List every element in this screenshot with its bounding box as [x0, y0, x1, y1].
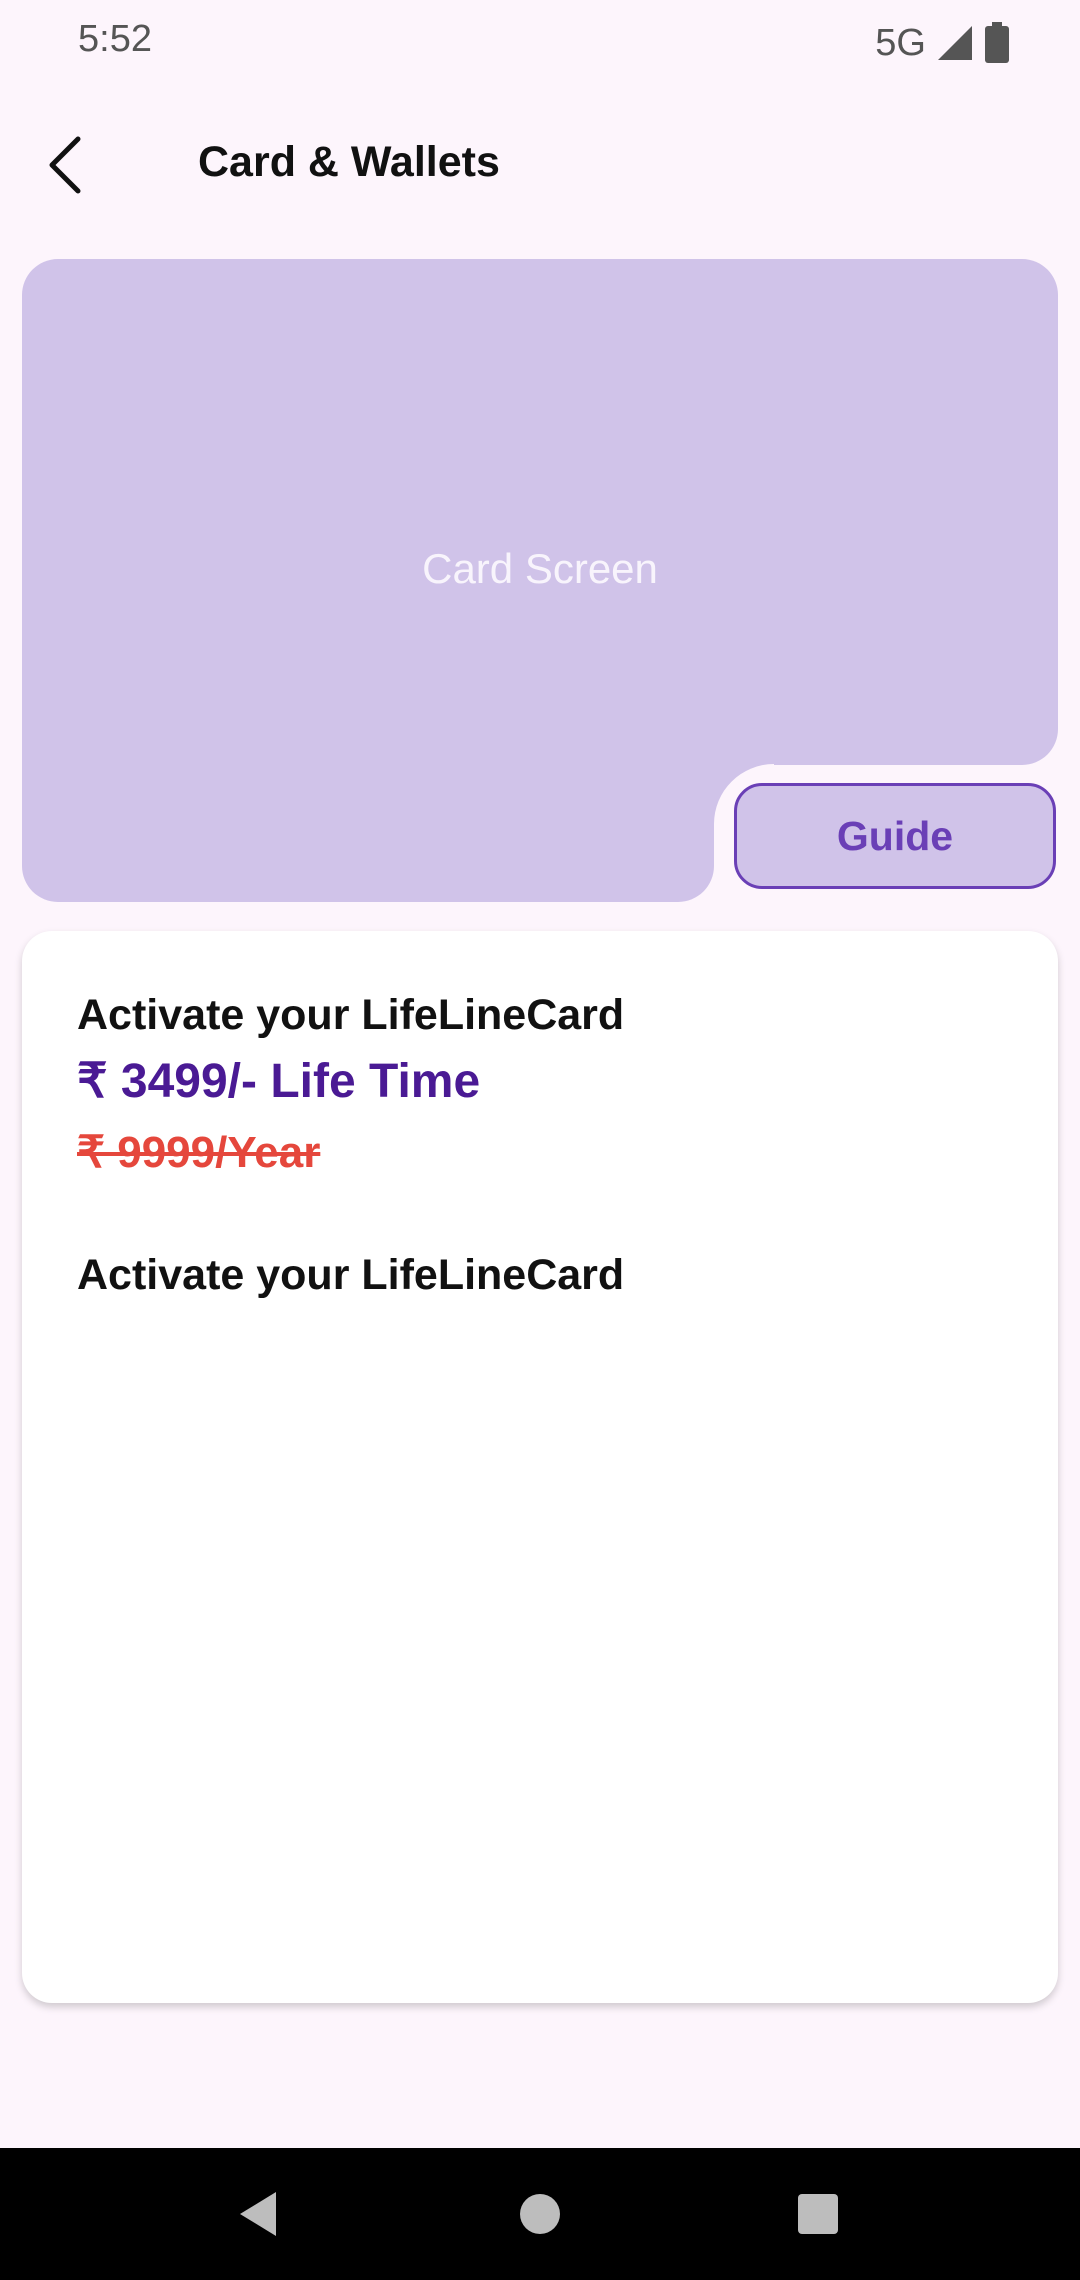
- card-preview[interactable]: [22, 259, 1058, 765]
- nav-recents-icon: [798, 2194, 838, 2234]
- signal-icon: [938, 26, 972, 60]
- nav-recents-button[interactable]: [788, 2184, 848, 2244]
- status-icons: 5G: [875, 18, 1010, 68]
- nav-back-icon: [240, 2192, 276, 2236]
- guide-button[interactable]: Guide: [734, 783, 1056, 889]
- battery-icon: [985, 22, 1009, 63]
- status-time: 5:52: [78, 18, 152, 60]
- network-type: 5G: [875, 21, 926, 64]
- activation-heading: Activate your LifeLineCard: [77, 991, 625, 1039]
- back-arrow-icon: [49, 136, 81, 194]
- card-preview-bottom: [22, 764, 714, 902]
- nav-home-icon: [520, 2194, 560, 2234]
- page-title: Card & Wallets: [198, 138, 500, 186]
- back-button[interactable]: [30, 130, 100, 200]
- nav-back-button[interactable]: [228, 2184, 288, 2244]
- lifetime-price: ₹ 3499/- Life Time: [77, 1055, 481, 1108]
- card-screen-label: Card Screen: [422, 545, 658, 592]
- nav-home-button[interactable]: [510, 2184, 570, 2244]
- status-bar: 5:52 5G: [0, 0, 1080, 90]
- app-bar: Card & Wallets: [0, 110, 1080, 210]
- system-nav-bar: [0, 2148, 1080, 2280]
- old-price: ₹ 9999/Year: [77, 1128, 321, 1177]
- activation-card: Activate your LifeLineCard ₹ 3499/- Life…: [22, 931, 1058, 2003]
- activation-heading-secondary[interactable]: Activate your LifeLineCard: [77, 1251, 624, 1300]
